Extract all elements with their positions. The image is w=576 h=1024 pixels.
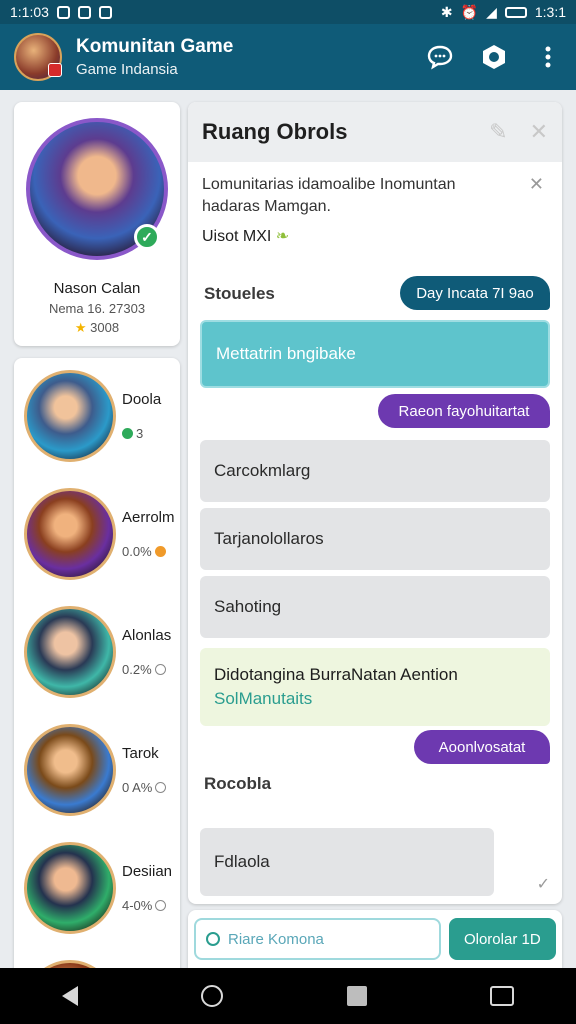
highlight-line1: Didotangina BurraNatan Aention xyxy=(214,665,458,684)
friend-stat-value: 4-0% xyxy=(122,898,153,913)
friend-stat: 0.2% xyxy=(122,662,171,677)
message-input[interactable]: Riare Komona xyxy=(194,918,441,960)
attach-icon[interactable] xyxy=(206,932,220,946)
chat-user-label: Uisot MXI xyxy=(202,228,272,245)
verified-check-icon: ✓ xyxy=(134,224,160,250)
friend-stat: 4-0% xyxy=(122,898,172,913)
notification-icon xyxy=(77,5,91,19)
friend-avatar xyxy=(24,842,116,934)
chat-panel: Ruang Obrols ✎ ✕ Lomunitarias idamoalibe… xyxy=(188,102,562,904)
chat-header: Ruang Obrols ✎ ✕ xyxy=(188,102,562,162)
notification-icon xyxy=(56,5,70,19)
message-input-placeholder: Riare Komona xyxy=(228,930,324,948)
message-pill[interactable]: Raeon fayohuitartat xyxy=(378,394,550,428)
friend-stat-value: 0 A% xyxy=(122,780,153,795)
home-icon[interactable] xyxy=(201,985,224,1007)
chat-icon[interactable] xyxy=(426,43,454,71)
chat-description: Lomunitarias idamoalibe Inomuntan hadara… xyxy=(202,176,456,215)
settings-icon[interactable] xyxy=(480,43,508,71)
chat-message-active[interactable]: Mettatrin bngibake xyxy=(200,320,550,388)
friends-list: Doola 3 Aerrolm 0.0% Alonlas 0.2% Tarok … xyxy=(14,358,180,978)
status-right-time: 1:3:1 xyxy=(534,4,566,20)
coin-icon xyxy=(154,546,166,557)
star-icon: ★ xyxy=(74,320,87,335)
friend-avatar xyxy=(24,370,116,462)
profile-avatar[interactable]: ✓ xyxy=(26,118,168,260)
info-icon xyxy=(154,664,166,675)
message-pill[interactable]: Aoonlvosatat xyxy=(414,730,550,764)
friend-name: Desiian xyxy=(122,863,173,880)
friend-avatar xyxy=(24,488,116,580)
friend-item[interactable]: Tarok 0 A% xyxy=(24,720,180,820)
info-icon xyxy=(155,900,167,911)
chat-message[interactable]: Fdlaola xyxy=(200,828,494,896)
close-icon[interactable]: ✕ xyxy=(530,119,548,145)
edit-icon[interactable]: ✎ xyxy=(489,119,507,145)
friend-item[interactable]: Alonlas 0.2% xyxy=(24,602,180,702)
friend-stat-value: 3 xyxy=(136,426,144,441)
app-subtitle: Game Indansia xyxy=(76,61,178,78)
message-pill[interactable]: Day Incata 7I 9ao xyxy=(400,276,550,310)
chat-message[interactable]: Tarjanolollaros xyxy=(200,508,550,570)
more-vert-icon[interactable] xyxy=(534,43,562,71)
section-label: Rocobla xyxy=(204,774,272,793)
profile-meta: Nema 16. 27303 xyxy=(48,301,146,316)
friend-stat: 0.0% xyxy=(122,544,175,559)
info-icon xyxy=(155,782,167,793)
battery-icon xyxy=(504,6,527,18)
wifi-icon: ◢ xyxy=(486,3,497,20)
friend-name: Aerrolm xyxy=(122,509,175,526)
back-icon[interactable] xyxy=(61,986,78,1006)
profile-stats-value: 3008 xyxy=(90,320,120,335)
chat-user: Uisot MXI ❧ xyxy=(202,226,289,246)
status-bar: 1:1:03 ✱ ⏰ ◢ 1:3:1 xyxy=(0,0,576,24)
app-bar: Komunitan Game Game Indansia xyxy=(0,24,576,90)
alarm-icon: ⏰ xyxy=(460,3,479,20)
badge-icon xyxy=(48,63,62,77)
profile-card[interactable]: ✓ Nason Calan Nema 16. 27303 ★ 3008 xyxy=(14,102,180,346)
friend-name: Tarok xyxy=(122,745,159,762)
recents-icon[interactable] xyxy=(346,986,367,1006)
keyboard-icon[interactable] xyxy=(490,986,515,1006)
friend-item[interactable]: Aerrolm 0.0% xyxy=(24,484,180,584)
dismiss-icon[interactable]: ✕ xyxy=(529,174,544,195)
bluetooth-icon: ✱ xyxy=(440,3,453,20)
friend-avatar xyxy=(24,724,116,816)
friend-stat: 0 A% xyxy=(122,780,167,795)
chat-message[interactable]: Sahoting xyxy=(200,576,550,638)
friend-stat-value: 0.0% xyxy=(122,544,152,559)
friend-name: Alonlas xyxy=(122,627,172,644)
chat-title: Ruang Obrols xyxy=(202,119,348,144)
friend-stat-value: 0.2% xyxy=(122,662,152,677)
friend-item[interactable]: Doola 3 xyxy=(24,366,180,466)
leaf-icon: ❧ xyxy=(275,228,290,245)
status-time: 1:1:03 xyxy=(10,4,49,20)
profile-name: Nason Calan xyxy=(53,280,141,297)
friend-item[interactable]: Desiian 4-0% xyxy=(24,838,180,938)
section-label: Stoueles xyxy=(204,284,275,303)
friend-name: Doola xyxy=(122,391,162,408)
system-nav-bar xyxy=(0,968,576,1024)
chat-message-highlight[interactable]: Didotangina BurraNatan Aention SolManuta… xyxy=(200,648,550,726)
friend-avatar xyxy=(24,606,116,698)
friend-stat: 3 xyxy=(122,426,161,441)
composer: Riare Komona Olorolar 1D xyxy=(188,910,562,968)
app-avatar[interactable] xyxy=(14,33,62,81)
check-icon: ✓ xyxy=(536,876,550,893)
profile-stats: ★ 3008 xyxy=(14,320,180,336)
highlight-line2: SolManutaits xyxy=(214,689,313,708)
chat-message[interactable]: Carcokmlarg xyxy=(200,440,550,502)
send-button[interactable]: Olorolar 1D xyxy=(448,918,556,960)
app-title: Komunitan Game xyxy=(76,36,234,57)
online-dot-icon xyxy=(122,428,133,439)
notification-icon xyxy=(98,5,112,19)
